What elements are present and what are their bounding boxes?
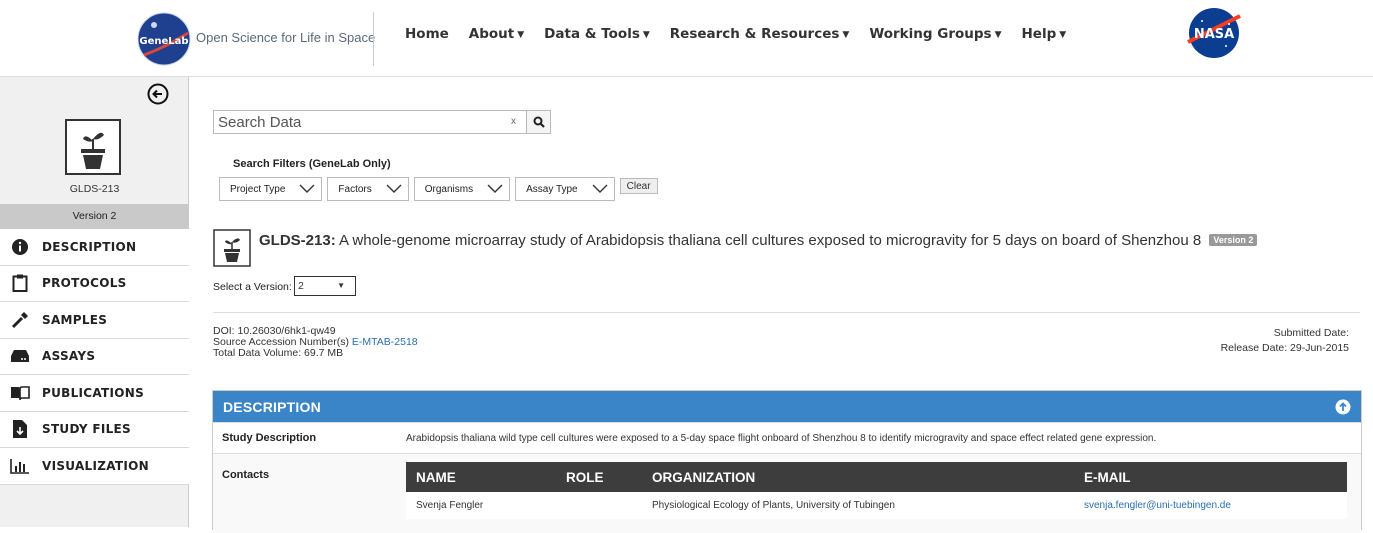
study-id: GLDS-213: [69, 183, 120, 195]
version-badge: Version 2: [1209, 234, 1258, 246]
column-header: E-MAIL: [1074, 462, 1347, 492]
sidebar-item-label: PUBLICATIONS: [42, 385, 145, 400]
search-input[interactable]: [214, 111, 494, 133]
logo-text: GeneLab: [139, 36, 188, 47]
search-box: x: [213, 110, 527, 134]
chevron-down-icon: [299, 184, 315, 193]
contacts-table: NAME ROLE ORGANIZATION E-MAIL Svenja Fen…: [406, 462, 1347, 519]
submitted-date: Submitted Date:: [1273, 327, 1349, 339]
divider: [213, 312, 1360, 313]
plant-pot-icon: [213, 229, 251, 267]
nav-help[interactable]: Help ▼: [1022, 26, 1067, 42]
bar-chart-icon: [10, 456, 30, 476]
top-navbar: GeneLab Open Science for Life in Space H…: [0, 0, 1373, 77]
search-icon: [533, 116, 545, 128]
source-accession-link[interactable]: E-MTAB-2518: [352, 336, 418, 348]
nasa-logo[interactable]: NASA: [1182, 6, 1246, 60]
study-description-label: Study Description: [222, 432, 317, 444]
sidebar-item-visualization[interactable]: VISUALIZATION: [0, 448, 189, 485]
description-panel-header: DESCRIPTION: [213, 391, 1361, 422]
study-sidebar: GLDS-213 Version 2 DESCRIPTION PROTOCOLS…: [0, 77, 189, 527]
filter-factors[interactable]: Factors: [327, 177, 409, 201]
sidebar-item-label: SAMPLES: [42, 312, 108, 327]
nav-data-tools[interactable]: Data & Tools ▼: [544, 26, 650, 42]
column-header: ORGANIZATION: [642, 462, 1074, 492]
nav-working-groups[interactable]: Working Groups ▼: [869, 26, 1001, 42]
version-label: Version 2: [0, 204, 189, 229]
caret-down-icon: ▼: [517, 30, 525, 40]
genelab-logo[interactable]: GeneLab: [136, 11, 192, 67]
table-row: Svenja Fengler Physiological Ecology of …: [406, 492, 1347, 519]
caret-down-icon: ▼: [642, 30, 650, 40]
filter-assay-type[interactable]: Assay Type: [515, 177, 615, 201]
chevron-down-icon: [592, 184, 608, 193]
collapse-sidebar-icon[interactable]: [147, 83, 169, 105]
caret-down-icon: ▼: [842, 30, 850, 40]
book-icon: [10, 383, 30, 403]
study-description-text: Arabidopsis thaliana wild type cell cult…: [406, 432, 1157, 444]
release-date: Release Date: 29-Jun-2015: [1220, 342, 1349, 354]
search-button[interactable]: [527, 110, 551, 134]
sidebar-item-study-files[interactable]: STUDY FILES: [0, 411, 189, 448]
study-dates: Submitted Date: Release Date: 29-Jun-201…: [1221, 326, 1349, 356]
main-nav: Home About ▼ Data & Tools ▼ Research & Res…: [405, 26, 1066, 42]
scroll-up-icon[interactable]: [1335, 399, 1351, 415]
sidebar-item-publications[interactable]: PUBLICATIONS: [0, 375, 189, 412]
sidebar-item-label: DESCRIPTION: [42, 239, 137, 254]
nasa-logo-text: NASA: [1194, 27, 1234, 42]
study-id-prefix: GLDS-213:: [259, 232, 336, 249]
contact-organization: Physiological Ecology of Plants, Univers…: [642, 492, 1074, 519]
nav-home[interactable]: Home: [405, 26, 449, 42]
sidebar-item-label: PROTOCOLS: [42, 276, 127, 291]
contact-name: Svenja Fengler: [406, 492, 556, 519]
file-download-icon: [10, 419, 30, 439]
clear-filters-button[interactable]: Clear: [619, 178, 658, 194]
hard-drive-icon: [10, 346, 30, 366]
filter-project-type[interactable]: Project Type: [219, 177, 323, 201]
clear-search-icon[interactable]: x: [511, 116, 516, 127]
chevron-down-icon: [386, 184, 402, 193]
sidebar-item-label: VISUALIZATION: [42, 458, 150, 473]
clipboard-icon: [10, 273, 30, 293]
column-header: ROLE: [556, 462, 642, 492]
description-panel: DESCRIPTION Study Description Arabidopsi…: [212, 390, 1362, 533]
contacts-row: Contacts NAME ROLE ORGANIZATION E-MAIL S…: [213, 453, 1361, 533]
sidebar-item-samples[interactable]: SAMPLES: [0, 302, 189, 339]
contact-role: [556, 492, 642, 519]
sidebar-item-protocols[interactable]: PROTOCOLS: [0, 265, 189, 302]
caret-down-icon: ▼: [337, 281, 345, 290]
caret-down-icon: ▼: [994, 30, 1002, 40]
select-version-label: Select a Version:: [213, 281, 292, 293]
total-data-volume: Total Data Volume: 69.7 MB: [213, 347, 344, 359]
pipette-icon: [10, 310, 30, 330]
contact-email-link[interactable]: svenja.fengler@uni-tuebingen.de: [1084, 500, 1231, 511]
sidebar-item-label: ASSAYS: [42, 349, 96, 364]
study-meta: DOI: 10.26030/6hk1-qw49 Source Accession…: [213, 326, 418, 359]
chevron-down-icon: [487, 184, 503, 193]
sidebar-item-assays[interactable]: ASSAYS: [0, 338, 189, 375]
sidebar-menu: DESCRIPTION PROTOCOLS SAMPLES ASSAYS PUB…: [0, 229, 189, 485]
caret-down-icon: ▼: [1059, 30, 1067, 40]
header-divider: [373, 12, 374, 66]
contacts-label: Contacts: [222, 469, 270, 481]
tagline: Open Science for Life in Space: [196, 30, 376, 45]
study-title: GLDS-213: A whole-genome microarray stud…: [259, 232, 1258, 249]
plant-pot-icon: [65, 119, 121, 175]
search-filters: Project Type Factors Organisms Assay Typ…: [219, 177, 658, 201]
study-title-text: A whole-genome microarray study of Arabi…: [339, 232, 1202, 249]
info-icon: [10, 237, 30, 257]
sidebar-item-description[interactable]: DESCRIPTION: [0, 229, 189, 266]
sidebar-item-label: STUDY FILES: [42, 422, 131, 437]
column-header: NAME: [406, 462, 556, 492]
version-select[interactable]: 2 ▼: [294, 276, 356, 296]
nav-research-resources[interactable]: Research & Resources ▼: [670, 26, 850, 42]
description-heading: DESCRIPTION: [223, 398, 321, 415]
filter-organisms[interactable]: Organisms: [413, 177, 511, 201]
search-filters-title: Search Filters (GeneLab Only): [233, 158, 391, 170]
nav-about[interactable]: About ▼: [469, 26, 524, 42]
study-description-row: Study Description Arabidopsis thaliana w…: [213, 422, 1361, 453]
